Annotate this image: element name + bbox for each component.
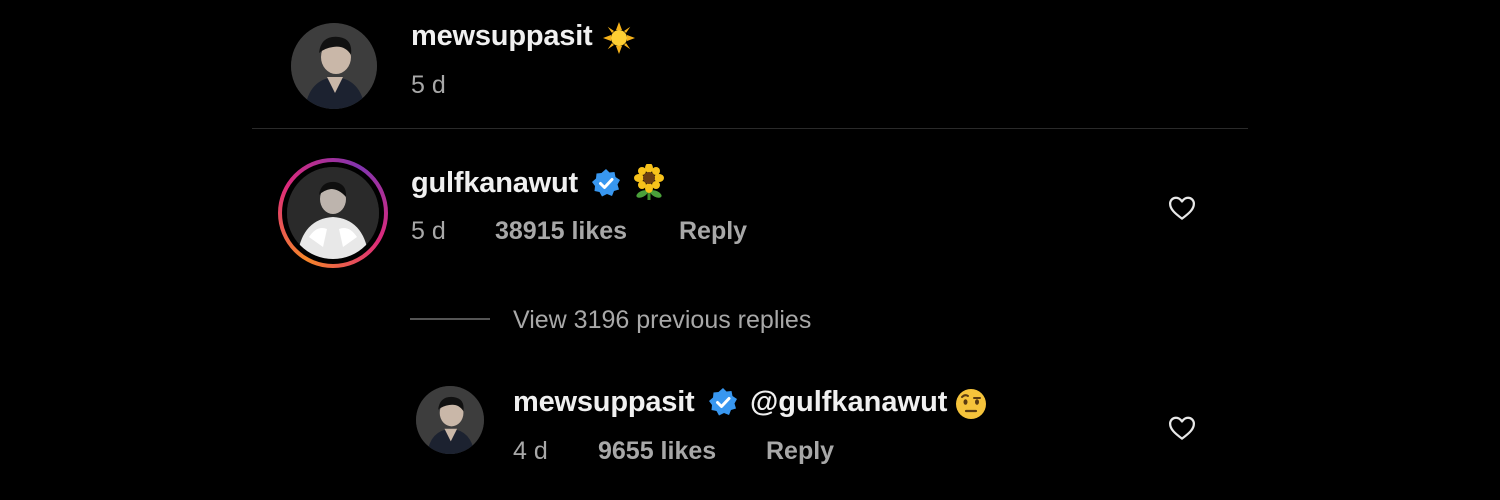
avatar[interactable] bbox=[416, 386, 484, 454]
comment-likes[interactable]: 38915 likes bbox=[495, 217, 627, 246]
profile-photo bbox=[416, 386, 484, 454]
story-ring[interactable] bbox=[278, 158, 388, 268]
comment-time: 5 d bbox=[411, 71, 446, 99]
reply-button[interactable]: Reply bbox=[679, 217, 747, 246]
comment-username[interactable]: gulfkanawut bbox=[411, 167, 578, 200]
view-previous-replies-button[interactable]: View 3196 previous replies bbox=[513, 306, 811, 335]
section-divider bbox=[252, 128, 1248, 129]
reply-likes[interactable]: 9655 likes bbox=[598, 437, 716, 466]
profile-photo bbox=[291, 23, 377, 109]
sun-emoji bbox=[603, 22, 635, 54]
verified-badge-icon bbox=[592, 169, 620, 197]
reply-button[interactable]: Reply bbox=[766, 437, 834, 466]
raised-eyebrow-face-emoji bbox=[956, 389, 986, 419]
thread-line bbox=[410, 318, 490, 320]
avatar[interactable] bbox=[291, 23, 377, 109]
reply-time: 4 d bbox=[513, 437, 548, 465]
heart-icon[interactable] bbox=[1167, 193, 1197, 223]
heart-icon[interactable] bbox=[1167, 413, 1197, 443]
sunflower-emoji bbox=[634, 164, 664, 200]
profile-photo bbox=[287, 167, 379, 259]
reply-username[interactable]: mewsuppasit bbox=[513, 386, 695, 419]
mention-link[interactable]: @gulfkanawut bbox=[750, 386, 947, 419]
verified-badge-icon bbox=[709, 388, 737, 416]
comment-username[interactable]: mewsuppasit bbox=[411, 20, 593, 53]
comment-time: 5 d bbox=[411, 217, 446, 245]
avatar bbox=[287, 167, 379, 259]
